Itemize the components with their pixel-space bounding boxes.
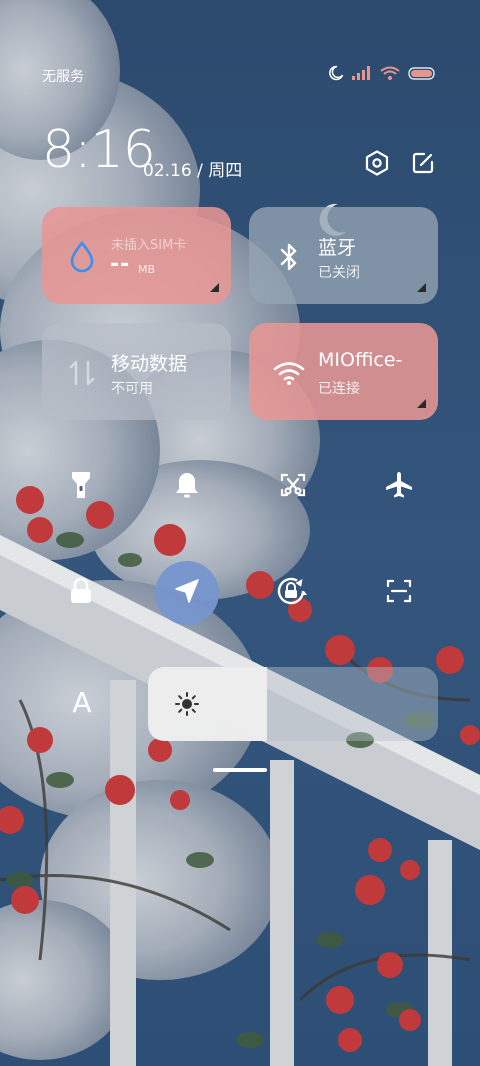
data-usage-value: -- — [110, 252, 131, 277]
ring-toggle[interactable] — [155, 455, 219, 519]
scanner-icon — [385, 577, 413, 609]
screenshot-toggle[interactable] — [261, 455, 325, 519]
bluetooth-tile[interactable]: 蓝牙 已关闭 — [249, 207, 438, 304]
lock-screen-toggle[interactable] — [49, 561, 113, 625]
flashlight-icon — [70, 470, 92, 504]
screenshot-icon — [279, 471, 307, 503]
flashlight-toggle[interactable] — [49, 455, 113, 519]
bell-icon — [174, 471, 200, 503]
rotation-lock-toggle[interactable] — [261, 561, 325, 625]
settings-button[interactable] — [362, 150, 392, 180]
wifi-tile[interactable]: MIOffice- 已连接 — [249, 323, 438, 420]
wifi-title: MIOffice- — [318, 349, 403, 371]
location-icon — [174, 578, 200, 608]
edit-button[interactable] — [408, 150, 438, 180]
mobile-data-icon — [66, 357, 98, 389]
data-usage-tile[interactable]: 未插入SIM卡 -- MB — [42, 207, 231, 304]
status-bar: 无服务 — [0, 62, 480, 90]
mobile-data-tile[interactable]: 移动数据 不可用 — [42, 323, 231, 420]
expand-corner-icon — [417, 399, 426, 408]
bluetooth-status: 已关闭 — [318, 265, 360, 281]
location-toggle[interactable] — [155, 561, 219, 625]
bluetooth-icon — [273, 241, 305, 273]
data-usage-title: 未插入SIM卡 — [111, 238, 187, 253]
edit-icon — [411, 151, 435, 179]
battery-icon — [408, 66, 436, 80]
airplane-icon — [384, 470, 414, 504]
data-usage-unit: MB — [138, 263, 156, 276]
wifi-icon — [380, 66, 400, 81]
moon-icon — [328, 65, 344, 81]
lock-icon — [69, 577, 93, 609]
carrier-label: 无服务 — [42, 69, 84, 85]
scanner-toggle[interactable] — [367, 561, 431, 625]
rotation-lock-icon — [277, 576, 309, 610]
hexagon-settings-icon — [365, 150, 389, 180]
sun-icon — [174, 691, 200, 717]
auto-brightness-button[interactable]: A — [52, 672, 112, 732]
expand-corner-icon — [210, 283, 219, 292]
bluetooth-title: 蓝牙 — [318, 237, 357, 259]
brightness-slider[interactable] — [148, 667, 438, 741]
wifi-status: 已连接 — [318, 381, 360, 397]
expand-corner-icon — [417, 283, 426, 292]
brightness-fill — [148, 667, 267, 741]
water-drop-icon — [66, 241, 98, 273]
date-label: 02.16 / 周四 — [143, 161, 243, 181]
signal-icon — [352, 66, 372, 80]
wifi-icon — [273, 357, 305, 389]
clock-time: 8:16 — [42, 120, 156, 180]
mobile-data-status: 不可用 — [111, 381, 153, 397]
mobile-data-title: 移动数据 — [111, 353, 188, 375]
panel-drag-handle[interactable] — [213, 768, 267, 772]
airplane-toggle[interactable] — [367, 455, 431, 519]
